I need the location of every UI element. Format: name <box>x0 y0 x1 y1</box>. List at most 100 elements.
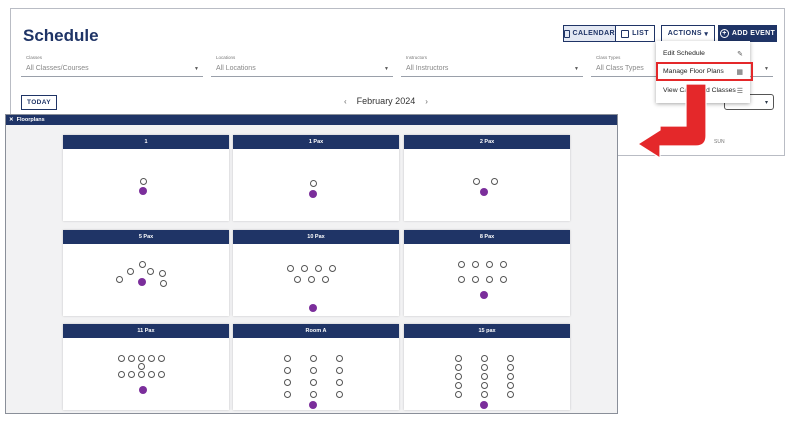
floorplans-header: ✕ Floorplans <box>6 115 617 125</box>
month-label: February 2024 <box>356 96 416 106</box>
seat-icon <box>507 382 514 389</box>
floorplans-title: Floorplans <box>16 117 45 123</box>
floorplan-card[interactable]: 8 Pax <box>404 230 570 316</box>
instructors-filter[interactable]: Instructors All Instructors ▼ <box>401 55 583 77</box>
seat-icon <box>500 261 507 268</box>
seat-icon <box>138 371 145 378</box>
list-view-button[interactable]: LIST <box>616 26 654 41</box>
seat-icon <box>284 379 291 386</box>
seat-icon <box>284 367 291 374</box>
seat-icon <box>159 270 166 277</box>
list-icon: ☰ <box>736 87 743 95</box>
day-header-sun: SUN <box>714 139 725 145</box>
seat-icon <box>315 265 322 272</box>
dropdown-arrow-icon: ▼ <box>384 66 389 72</box>
seat-icon <box>458 276 465 283</box>
seat-icon <box>329 265 336 272</box>
seat-icon <box>481 364 488 371</box>
menu-item-view-cancelled-classes[interactable]: View Cancelled Classes ☰ <box>656 82 750 99</box>
actions-label: ACTIONS <box>667 30 703 37</box>
dropdown-arrow-icon: ▼ <box>574 66 579 72</box>
classes-filter-value: All Classes/Courses <box>26 65 89 72</box>
seat-icon <box>455 364 462 371</box>
calendar-view-label: CALENDAR <box>572 30 615 37</box>
seat-icon <box>507 364 514 371</box>
chevron-right-icon[interactable]: › <box>425 97 428 106</box>
seat-icon <box>507 373 514 380</box>
seat-icon <box>118 355 125 362</box>
floorplan-card[interactable]: Room A <box>233 324 399 410</box>
seat-icon <box>148 371 155 378</box>
close-icon[interactable]: ✕ <box>9 117 14 123</box>
floorplan-card-title: 8 Pax <box>404 230 570 244</box>
dropdown-arrow-icon: ▼ <box>194 66 199 72</box>
classes-filter[interactable]: Classes All Classes/Courses ▼ <box>21 55 203 77</box>
floorplan-card[interactable]: 15 pax <box>404 324 570 410</box>
seat-icon <box>455 391 462 398</box>
floorplan-card[interactable]: 1 <box>63 135 229 221</box>
seat-icon <box>458 261 465 268</box>
locations-filter[interactable]: Locations All Locations ▼ <box>211 55 393 77</box>
seat-icon <box>118 371 125 378</box>
seat-icon <box>160 280 167 287</box>
seat-icon <box>473 178 480 185</box>
instructor-spot-icon <box>480 401 488 409</box>
seat-icon <box>486 276 493 283</box>
menu-item-edit-schedule[interactable]: Edit Schedule ✎ <box>656 45 750 62</box>
seat-icon <box>301 265 308 272</box>
menu-item-label: Edit Schedule <box>663 50 705 57</box>
instructor-spot-icon <box>139 187 147 195</box>
locations-filter-value: All Locations <box>216 65 256 72</box>
seat-icon <box>481 355 488 362</box>
chevron-left-icon[interactable]: ‹ <box>344 97 347 106</box>
menu-item-label: View Cancelled Classes <box>663 87 736 94</box>
seat-icon <box>336 391 343 398</box>
instructors-filter-label: Instructors <box>406 55 428 60</box>
floorplan-card[interactable]: 5 Pax <box>63 230 229 316</box>
seat-icon <box>284 391 291 398</box>
class-types-filter-label: Class Types <box>596 55 621 60</box>
seat-icon <box>481 373 488 380</box>
floorplan-card[interactable]: 10 Pax <box>233 230 399 316</box>
floorplan-card-title: Room A <box>233 324 399 338</box>
calendar-icon <box>564 29 570 38</box>
seat-icon <box>500 276 507 283</box>
seat-icon <box>294 276 301 283</box>
floorplan-card-title: 2 Pax <box>404 135 570 149</box>
instructors-filter-value: All Instructors <box>406 65 449 72</box>
instructor-spot-icon <box>139 386 147 394</box>
seat-icon <box>336 379 343 386</box>
seat-icon <box>158 371 165 378</box>
list-view-label: LIST <box>632 30 649 37</box>
seat-icon <box>322 276 329 283</box>
month-navigation: ‹ February 2024 › <box>344 96 428 106</box>
floorplan-card[interactable]: 11 Pax <box>63 324 229 410</box>
classes-filter-label: Classes <box>26 55 43 60</box>
seat-icon <box>127 268 134 275</box>
chevron-down-icon: ▾ <box>764 99 768 106</box>
today-button[interactable]: TODAY <box>21 95 57 110</box>
seat-icon <box>481 382 488 389</box>
add-event-label: ADD EVENT <box>731 30 776 37</box>
seat-icon <box>140 178 147 185</box>
seat-icon <box>472 261 479 268</box>
seat-icon <box>116 276 123 283</box>
calendar-view-button[interactable]: CALENDAR <box>564 26 616 41</box>
floorplan-card-title: 11 Pax <box>63 324 229 338</box>
seat-icon <box>287 265 294 272</box>
seat-icon <box>128 355 135 362</box>
add-event-button[interactable]: + ADD EVENT <box>718 25 777 42</box>
seat-icon <box>507 391 514 398</box>
seat-icon <box>147 268 154 275</box>
highlight-box <box>656 62 753 81</box>
actions-button[interactable]: ACTIONS ▾ <box>661 25 715 42</box>
class-types-filter-value: All Class Types <box>596 65 644 72</box>
floorplan-card[interactable]: 2 Pax <box>404 135 570 221</box>
seat-icon <box>455 355 462 362</box>
floorplan-card[interactable]: 1 Pax <box>233 135 399 221</box>
seat-icon <box>308 276 315 283</box>
seat-icon <box>310 180 317 187</box>
seat-icon <box>455 373 462 380</box>
seat-icon <box>472 276 479 283</box>
seat-icon <box>158 355 165 362</box>
